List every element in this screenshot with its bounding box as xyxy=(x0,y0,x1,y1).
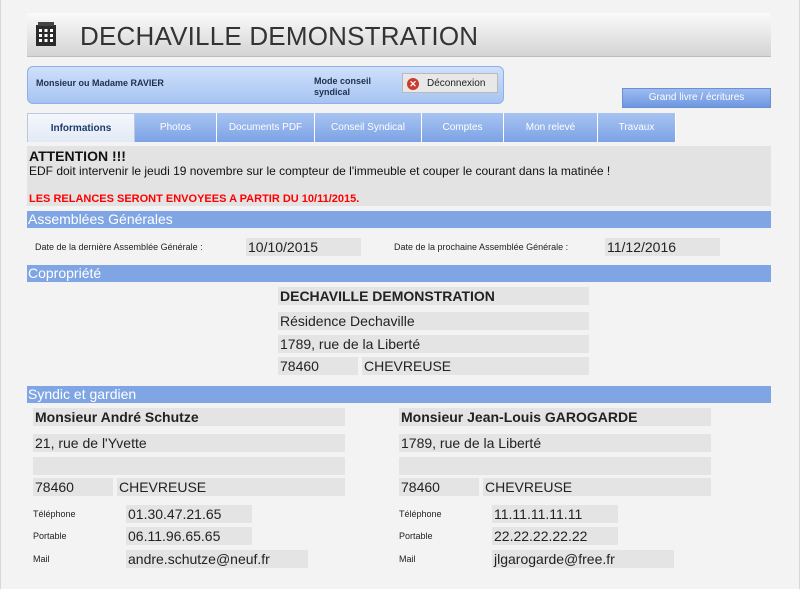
tab-comptes[interactable]: Comptes xyxy=(422,113,504,142)
syndic-name: Monsieur André Schutze xyxy=(33,408,345,426)
caretaker-city: CHEVREUSE xyxy=(483,478,711,496)
coproperty-city: CHEVREUSE xyxy=(362,357,589,375)
last-assembly-label: Date de la dernière Assemblée Générale : xyxy=(35,242,203,252)
caretaker-street: 1789, rue de la Liberté xyxy=(399,434,711,452)
coproperty-name: DECHAVILLE DEMONSTRATION xyxy=(278,287,589,305)
user-name: Monsieur ou Madame RAVIER xyxy=(36,78,164,88)
mode-label: Mode conseil syndical xyxy=(314,76,372,97)
caretaker-name: Monsieur Jean-Louis GAROGARDE xyxy=(399,408,711,426)
next-assembly-value: 11/12/2016 xyxy=(605,238,720,256)
app-title: DECHAVILLE DEMONSTRATION xyxy=(80,21,479,51)
syndic-mobile-label: Portable xyxy=(33,531,67,541)
close-icon: ✕ xyxy=(407,78,419,90)
tab-documents-pdf[interactable]: Documents PDF xyxy=(217,113,315,142)
syndic-street: 21, rue de l'Yvette xyxy=(33,434,345,452)
caretaker-mail-label: Mail xyxy=(399,554,416,564)
notice-body: EDF doit intervenir le jeudi 19 novembre… xyxy=(29,164,611,178)
assemblies-heading: Assemblées Générales xyxy=(27,211,771,228)
tab-travaux[interactable]: Travaux xyxy=(598,113,676,142)
syndic-postcode: 78460 xyxy=(33,478,113,496)
user-panel: Monsieur ou Madame RAVIER Mode conseil s… xyxy=(27,66,504,104)
coproperty-heading: Copropriété xyxy=(27,265,771,282)
logout-button[interactable]: ✕ Déconnexion xyxy=(402,73,498,93)
notice-panel: ATTENTION !!! EDF doit intervenir le jeu… xyxy=(27,146,771,206)
next-assembly-label: Date de la prochaine Assemblée Générale … xyxy=(394,242,569,252)
logout-label: Déconnexion xyxy=(427,78,486,89)
caretaker-mail: jlgarogarde@free.fr xyxy=(492,550,674,568)
app-header: DECHAVILLE DEMONSTRATION xyxy=(27,13,771,57)
notice-title: ATTENTION !!! xyxy=(29,148,126,164)
tab-photos[interactable]: Photos xyxy=(135,113,217,142)
coproperty-postcode: 78460 xyxy=(278,357,358,375)
tab-informations[interactable]: Informations xyxy=(27,113,135,142)
syndic-phone: 01.30.47.21.65 xyxy=(126,505,252,523)
app-frame: DECHAVILLE DEMONSTRATION Monsieur ou Mad… xyxy=(0,0,800,589)
tab-mon-releve[interactable]: Mon relevé xyxy=(504,113,598,142)
caretaker-phone: 11.11.11.11.11 xyxy=(492,505,618,523)
syndic-address-line2 xyxy=(33,457,345,475)
syndic-city: CHEVREUSE xyxy=(117,478,345,496)
tab-bar: Informations Photos Documents PDF Consei… xyxy=(27,113,676,142)
syndic-phone-label: Téléphone xyxy=(33,509,76,519)
tab-conseil-syndical[interactable]: Conseil Syndical xyxy=(315,113,422,142)
syndic-heading: Syndic et gardien xyxy=(27,386,771,403)
coproperty-residence: Résidence Dechaville xyxy=(278,312,589,330)
syndic-mail: andre.schutze@neuf.fr xyxy=(126,550,308,568)
caretaker-postcode: 78460 xyxy=(399,478,479,496)
ledger-button[interactable]: Grand livre / écritures xyxy=(622,88,771,108)
caretaker-mobile: 22.22.22.22.22 xyxy=(492,527,618,545)
syndic-mail-label: Mail xyxy=(33,554,50,564)
notice-alert: LES RELANCES SERONT ENVOYEES A PARTIR DU… xyxy=(29,193,360,205)
caretaker-phone-label: Téléphone xyxy=(399,509,442,519)
coproperty-street: 1789, rue de la Liberté xyxy=(278,335,589,353)
caretaker-mobile-label: Portable xyxy=(399,531,433,541)
syndic-mobile: 06.11.96.65.65 xyxy=(126,527,252,545)
caretaker-address-line2 xyxy=(399,457,711,475)
building-icon xyxy=(36,22,56,46)
last-assembly-value: 10/10/2015 xyxy=(246,238,361,256)
